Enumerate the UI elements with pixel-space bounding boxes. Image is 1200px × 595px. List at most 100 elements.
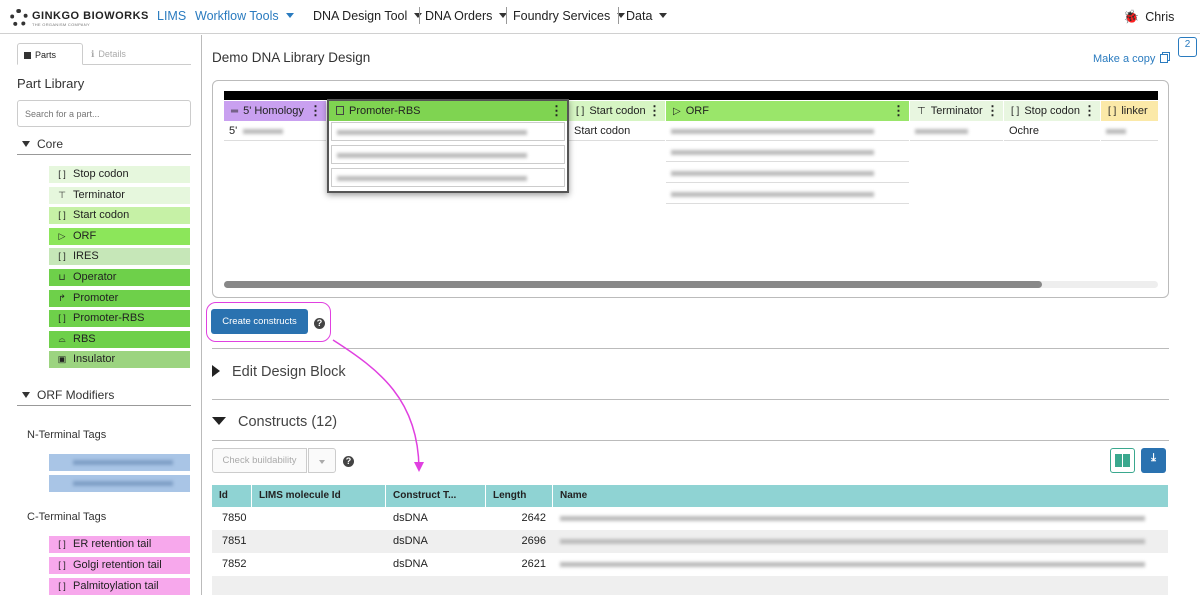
- part-item-stop-codon[interactable]: [ ] Stop codon: [49, 166, 190, 183]
- section-divider: [17, 154, 191, 155]
- part-item-n-terminal-2[interactable]: [49, 475, 190, 492]
- tab-parts[interactable]: Parts: [17, 43, 83, 65]
- nav-workflow-tools[interactable]: Workflow Tools: [195, 9, 294, 23]
- edit-design-block-label: Edit Design Block: [232, 364, 346, 380]
- make-copy-label: Make a copy: [1093, 53, 1156, 65]
- bracket-icon: [ ]: [58, 581, 66, 591]
- help-icon[interactable]: ?: [343, 456, 354, 467]
- ginkgo-logo[interactable]: GINKGO BIOWORKS THE ORGANISM COMPANY: [10, 8, 149, 27]
- design-cell[interactable]: [910, 122, 1003, 141]
- part-item-er-retention-tail[interactable]: [ ] ER retention tail: [49, 536, 190, 553]
- cell-lims: [259, 553, 386, 576]
- table-row[interactable]: 7850 dsDNA 2642: [212, 507, 1168, 530]
- chevron-down-icon: [285, 13, 294, 18]
- cell-length: 2642: [521, 512, 546, 524]
- design-cell[interactable]: 5': [224, 122, 326, 141]
- part-item-golgi-retention-tail[interactable]: [ ] Golgi retention tail: [49, 557, 190, 574]
- user-menu[interactable]: 🐞 Chris: [1123, 9, 1174, 25]
- table-row[interactable]: 7852 dsDNA 2621: [212, 553, 1168, 576]
- cell-id: 7851: [222, 535, 247, 547]
- blurred-part-label: [73, 460, 173, 465]
- design-cell[interactable]: [666, 185, 909, 204]
- core-section-toggle[interactable]: Core: [22, 137, 63, 151]
- check-buildability-dropdown[interactable]: [308, 448, 336, 473]
- bracket-icon: [ ]: [58, 251, 66, 262]
- design-cell[interactable]: [1101, 122, 1158, 141]
- design-cell[interactable]: [331, 145, 565, 164]
- part-item-n-terminal-1[interactable]: [49, 454, 190, 471]
- blurred-part-label: [73, 481, 173, 486]
- horizontal-scrollbar[interactable]: [224, 281, 1158, 288]
- column-header-linker[interactable]: [ ] linker: [1101, 101, 1158, 121]
- notification-badge[interactable]: 2: [1178, 37, 1197, 57]
- column-header-id[interactable]: Id: [212, 485, 252, 507]
- design-cell[interactable]: Start codon: [569, 122, 665, 141]
- orf-arrow-icon: ▷: [58, 230, 66, 241]
- column-header-5-homology[interactable]: ═ 5' Homology ⋮: [224, 101, 326, 121]
- part-item-palmitoylation-tail[interactable]: [ ] Palmitoylation tail: [49, 578, 190, 595]
- part-item-promoter[interactable]: ↱ Promoter: [49, 289, 190, 307]
- column-header-name[interactable]: Name: [553, 485, 1168, 507]
- cell-length: 2621: [521, 558, 546, 570]
- nav-dna-design-tool[interactable]: DNA Design Tool: [313, 9, 423, 23]
- column-header-construct-type[interactable]: Construct T...: [386, 485, 486, 507]
- kebab-menu-icon[interactable]: ⋮: [309, 101, 322, 121]
- copy-icon: [1160, 54, 1169, 63]
- create-constructs-button[interactable]: Create constructs: [211, 309, 308, 334]
- part-label: Golgi retention tail: [73, 559, 162, 571]
- part-item-rbs[interactable]: ⌓ RBS: [49, 330, 190, 348]
- kebab-menu-icon[interactable]: ⋮: [1083, 101, 1096, 121]
- kebab-menu-icon[interactable]: ⋮: [550, 101, 563, 121]
- download-button[interactable]: ⤓: [1141, 448, 1166, 473]
- orf-modifiers-toggle[interactable]: ORF Modifiers: [22, 388, 114, 402]
- cell-length: 2696: [521, 535, 546, 547]
- section-divider: [212, 348, 1169, 349]
- column-header-stop-codon[interactable]: [ ] Stop codon ⋮: [1004, 101, 1100, 121]
- blurred-text: [671, 128, 874, 134]
- design-cell[interactable]: [666, 122, 909, 141]
- nav-dna-orders[interactable]: DNA Orders: [425, 9, 508, 23]
- part-item-orf[interactable]: ▷ ORF: [49, 227, 190, 245]
- design-cell[interactable]: [331, 168, 565, 187]
- column-header-lims-molecule-id[interactable]: LIMS molecule Id: [252, 485, 386, 507]
- bracket-icon: [ ]: [1108, 106, 1117, 117]
- design-cell[interactable]: [331, 122, 565, 141]
- column-header-terminator[interactable]: ⊤ Terminator ⋮: [910, 101, 1003, 121]
- check-buildability-button[interactable]: Check buildability: [212, 448, 307, 473]
- part-item-start-codon[interactable]: [ ] Start codon: [49, 207, 190, 225]
- part-search-input[interactable]: [17, 100, 191, 127]
- design-cell[interactable]: [666, 143, 909, 162]
- design-cell[interactable]: Ochre: [1004, 122, 1100, 141]
- column-toggle-button[interactable]: [1110, 448, 1135, 473]
- part-item-promoter-rbs[interactable]: [ ] Promoter-RBS: [49, 310, 190, 328]
- cell-name: [560, 507, 1160, 530]
- column-header-promoter-rbs-popup[interactable]: Promoter-RBS ⋮: [329, 101, 567, 121]
- cell-text: 5': [229, 125, 238, 137]
- nav-data[interactable]: Data: [626, 9, 668, 23]
- bracket-icon: [ ]: [58, 169, 66, 179]
- nav-lims[interactable]: LIMS: [157, 9, 186, 23]
- nav-dna-orders-label: DNA Orders: [425, 9, 493, 23]
- help-icon[interactable]: ?: [314, 318, 325, 329]
- part-item-insulator[interactable]: ▣ Insulator: [49, 351, 190, 369]
- edit-design-block-toggle[interactable]: Edit Design Block: [212, 364, 346, 380]
- column-header-start-codon[interactable]: [ ] Start codon ⋮: [569, 101, 665, 121]
- table-row[interactable]: [212, 576, 1168, 595]
- scrollbar-thumb[interactable]: [224, 281, 1042, 288]
- kebab-menu-icon[interactable]: ⋮: [648, 101, 661, 121]
- constructs-toggle[interactable]: Constructs (12): [212, 414, 337, 430]
- tab-details[interactable]: ℹ Details: [85, 43, 132, 65]
- blurred-text: [560, 538, 1145, 544]
- design-cell[interactable]: [666, 164, 909, 183]
- kebab-menu-icon[interactable]: ⋮: [986, 101, 999, 121]
- part-label: ORF: [73, 229, 97, 242]
- part-item-operator[interactable]: ⊔ Operator: [49, 269, 190, 286]
- column-header-length[interactable]: Length: [486, 485, 553, 507]
- make-copy-link[interactable]: Make a copy: [1093, 53, 1169, 65]
- part-item-terminator[interactable]: ⊤ Terminator: [49, 186, 190, 204]
- column-header-orf[interactable]: ▷ ORF ⋮: [666, 101, 909, 121]
- nav-foundry-services[interactable]: Foundry Services: [513, 9, 626, 23]
- table-row[interactable]: 7851 dsDNA 2696: [212, 530, 1168, 553]
- part-item-ires[interactable]: [ ] IRES: [49, 248, 190, 266]
- kebab-menu-icon[interactable]: ⋮: [892, 101, 905, 121]
